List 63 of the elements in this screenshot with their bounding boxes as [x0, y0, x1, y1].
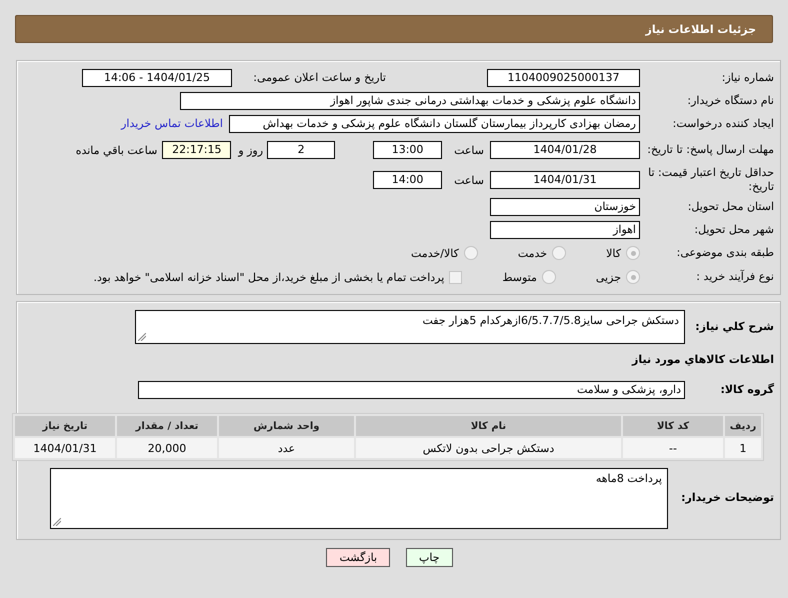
time-label: ساعت — [454, 174, 484, 186]
radio-option[interactable]: کالا/خدمت — [411, 246, 478, 260]
column-header: نام کالا — [356, 416, 621, 436]
field-label: توضیحات خریدار: — [680, 491, 775, 505]
column-header: واحد شمارش — [219, 416, 354, 436]
table-cell: عدد — [219, 438, 354, 458]
remaining-time-field: 22:17:15 — [162, 141, 232, 159]
days-label: روز و — [238, 144, 264, 156]
time-field: 13:00 — [373, 141, 442, 159]
radio-button[interactable] — [552, 246, 566, 260]
description-textarea[interactable]: دستکش جراحی سایز6/5.7.7/5.8ازهرکدام 5هزار جفت — [135, 310, 685, 344]
buyer-notes-textarea[interactable]: پرداخت 8ماهه — [50, 468, 668, 528]
table-cell: دستکش جراحی بدون لاتکس — [356, 438, 621, 458]
date-field: 1404/01/31 — [490, 171, 640, 189]
resize-grip-icon[interactable] — [138, 333, 146, 341]
section-title: اطلاعات کالاهاي مورد نياز — [630, 353, 775, 367]
table-cell: 1404/01/31 — [15, 438, 115, 458]
buyer-org-field: دانشگاه علوم پزشکی و خدمات بهداشتی درمانی جندی شاپور اهواز — [180, 92, 640, 110]
table-cell: 1 — [725, 438, 761, 458]
radio-button[interactable] — [464, 246, 478, 260]
buyer-contact-link[interactable]: اطلاعات تماس خریدار — [121, 117, 223, 130]
goods-group-field: دارو، پزشکی و سلامت — [138, 381, 685, 399]
radio-option[interactable]: کالا — [606, 246, 640, 260]
page-title: جزئیات اطلاعات نیاز — [15, 15, 773, 43]
radio-option[interactable]: جزیی — [596, 270, 640, 284]
announce-date-field: 1404/01/25 - 14:06 — [82, 68, 232, 86]
days-field: 2 — [267, 141, 336, 159]
time-label: ساعت — [454, 144, 484, 156]
table-cell: -- — [623, 438, 723, 458]
radio-button[interactable] — [626, 246, 640, 260]
checkbox[interactable] — [449, 270, 462, 284]
column-header: تاریخ نیاز — [15, 416, 115, 436]
field-label: تاریخ و ساعت اعلان عمومی: — [252, 70, 387, 84]
field-label: استان محل تحویل: — [686, 200, 775, 214]
column-header: تعداد / مقدار — [117, 416, 217, 436]
field-label: نام دستگاه خریدار: — [686, 94, 775, 108]
payment-checkbox-option[interactable]: پرداخت تمام یا بخشی از مبلغ خرید،از محل "اسناد خزانه اسلامی" خواهد بود. — [94, 270, 462, 284]
field-label: نوع فرآیند خرید : — [695, 270, 775, 284]
date-field: 1404/01/28 — [490, 141, 640, 159]
field-label: شهر محل تحویل: — [693, 222, 775, 236]
city-field: اهواز — [490, 220, 640, 238]
radio-button[interactable] — [626, 270, 640, 284]
creator-field: رمضان بهزادی کارپرداز بیمارستان گلستان دانشگاه علوم پزشکی و خدمات بهداش — [229, 114, 640, 132]
column-header: کد کالا — [623, 416, 723, 436]
print-button[interactable]: چاپ — [406, 548, 453, 567]
table-cell: 20,000 — [117, 438, 217, 458]
back-button[interactable]: بازگشت — [326, 548, 390, 567]
time-field: 14:00 — [373, 171, 442, 189]
radio-option[interactable]: متوسط — [502, 270, 556, 284]
need-number-field: 1104009025000137 — [487, 68, 640, 86]
field-label: شرح کلي نياز: — [694, 320, 775, 334]
column-header: ردیف — [725, 416, 761, 436]
resize-grip-icon[interactable] — [53, 518, 61, 526]
field-label: شماره نیاز: — [720, 70, 775, 84]
field-label: مهلت ارسال پاسخ: تا تاریخ: — [646, 143, 775, 157]
field-label: گروه کالا: — [719, 383, 775, 397]
radio-button[interactable] — [542, 270, 556, 284]
province-field: خوزستان — [490, 198, 640, 216]
field-label: ایجاد کننده درخواست: — [672, 116, 775, 130]
radio-option[interactable]: خدمت — [518, 246, 566, 260]
field-label: طبقه بندی موضوعی: — [676, 246, 775, 260]
remaining-label: ساعت باقي مانده — [76, 144, 158, 156]
field-label: حداقل تاریخ اعتبار قیمت: تا تاریخ: — [647, 166, 775, 194]
